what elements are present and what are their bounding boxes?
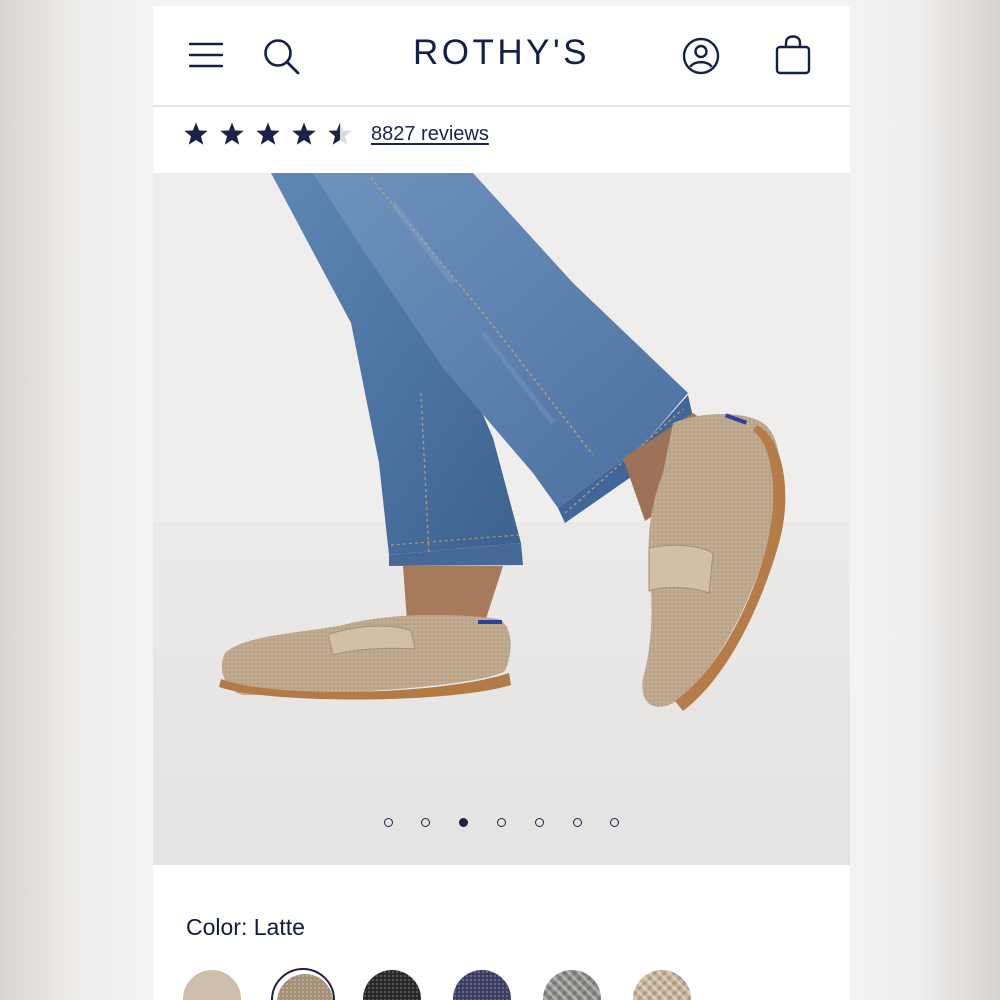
color-swatch[interactable] (361, 968, 425, 1000)
site-header: ROTHY'S (153, 6, 850, 107)
star-rating (183, 121, 363, 147)
star-icon (184, 122, 208, 145)
color-swatch[interactable] (181, 968, 245, 1000)
star-icon (220, 122, 244, 145)
header-divider (153, 105, 850, 107)
shopping-bag-icon[interactable] (773, 34, 813, 76)
color-swatch[interactable] (271, 968, 335, 1000)
carousel-dot[interactable] (572, 818, 582, 827)
product-page-screen: ROTHY'S 8827 reviews Color: Latte (153, 6, 850, 1000)
rating-summary: 8827 reviews (183, 112, 489, 156)
carousel-dot[interactable] (534, 818, 544, 827)
color-swatch-fill (277, 974, 333, 1000)
star-icon (292, 122, 316, 145)
color-swatch-fill (633, 970, 691, 1000)
color-swatch[interactable] (541, 968, 605, 1000)
color-swatch-list (181, 968, 721, 1000)
color-swatch-fill (453, 970, 511, 1000)
carousel-dot[interactable] (497, 818, 506, 827)
product-image-carousel[interactable] (153, 173, 850, 865)
carousel-dot[interactable] (459, 818, 469, 827)
color-swatch-fill (363, 970, 421, 1000)
color-swatch-fill (183, 970, 241, 1000)
account-icon[interactable] (681, 36, 721, 76)
reviews-link[interactable]: 8827 reviews (371, 123, 489, 146)
color-swatch-fill (543, 970, 601, 1000)
selected-color-name: Latte (253, 914, 305, 940)
color-swatch[interactable] (451, 968, 515, 1000)
carousel-dot[interactable] (383, 818, 393, 827)
product-photo (153, 173, 850, 865)
star-icon (328, 122, 352, 145)
carousel-dot[interactable] (610, 818, 620, 827)
color-label-key: Color: (186, 914, 248, 940)
star-icon (256, 122, 280, 145)
carousel-dot[interactable] (421, 818, 431, 827)
color-swatch[interactable] (631, 968, 695, 1000)
brand-logo[interactable]: ROTHY'S (153, 33, 850, 73)
color-label: Color: Latte (186, 914, 305, 941)
carousel-pagination (153, 818, 850, 827)
